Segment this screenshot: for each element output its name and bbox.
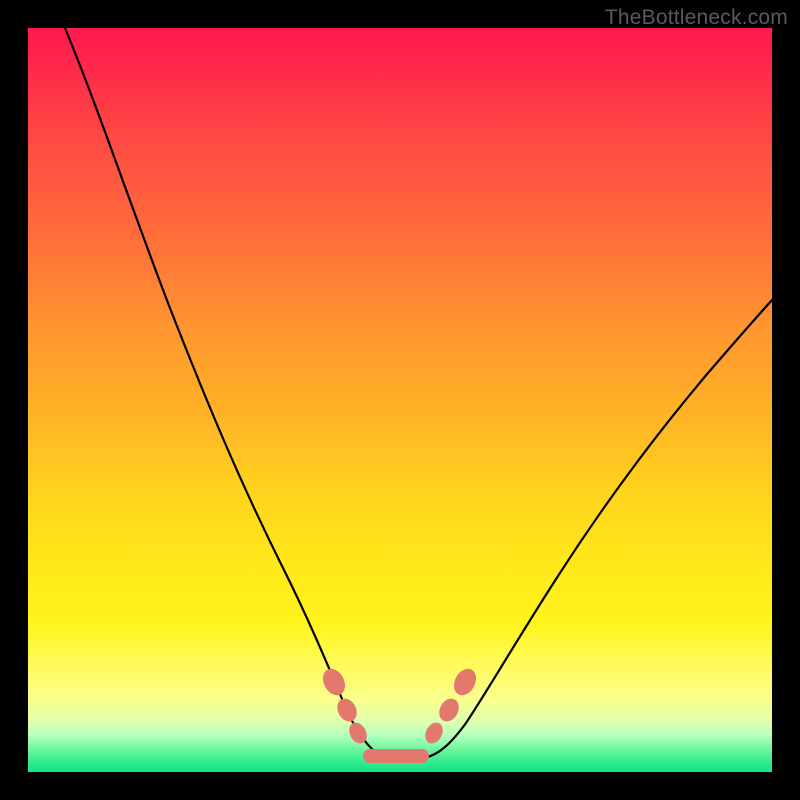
trough-highlight-bar [363, 749, 429, 763]
watermark-text: TheBottleneck.com [605, 6, 788, 30]
chart-frame: TheBottleneck.com [0, 0, 800, 800]
highlight-point [422, 720, 446, 747]
curve-svg [28, 28, 772, 772]
highlight-point [435, 695, 462, 725]
bottleneck-curve [65, 28, 772, 759]
highlight-point [333, 695, 360, 725]
plot-area [28, 28, 772, 772]
highlight-point [450, 665, 481, 699]
highlight-point [319, 665, 350, 699]
